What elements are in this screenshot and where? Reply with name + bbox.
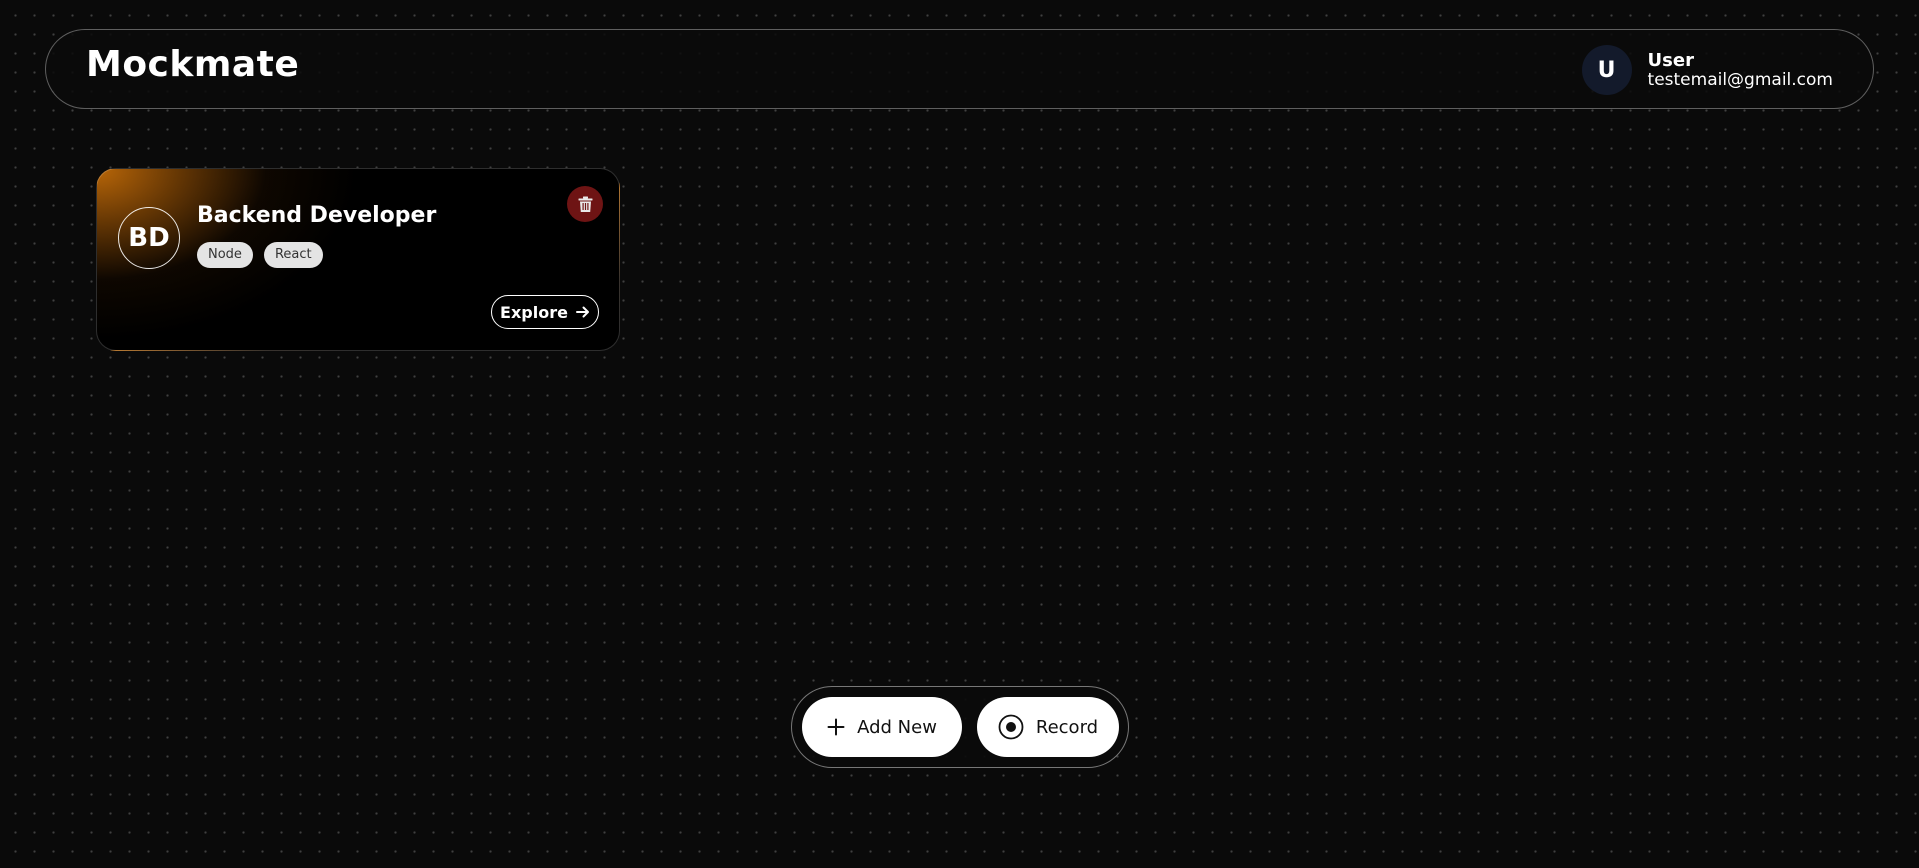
top-header: Mockmate U User testemail@gmail.com [45,29,1874,109]
record-button[interactable]: Record [977,697,1119,757]
card-tags: Node React [197,242,334,268]
user-profile[interactable]: U User testemail@gmail.com [1581,45,1833,95]
explore-label: Explore [500,302,568,322]
arrow-right-icon [568,306,590,318]
explore-button[interactable]: Explore [491,295,599,329]
user-info: User testemail@gmail.com [1647,49,1833,90]
tag-chip: React [263,242,323,268]
user-email: testemail@gmail.com [1647,69,1833,90]
add-new-label: Add New [857,716,937,738]
action-bar: Add New Record [791,686,1129,768]
add-new-button[interactable]: Add New [802,697,962,757]
card-initials-avatar: BD [118,207,180,269]
trash-icon [578,196,593,213]
user-name: User [1647,49,1694,71]
user-avatar[interactable]: U [1581,45,1632,95]
card-title: Backend Developer [197,203,437,228]
delete-button[interactable] [567,186,603,222]
brand-logo[interactable]: Mockmate [86,47,299,83]
tag-chip: Node [197,242,253,268]
record-icon [998,714,1024,740]
record-label: Record [1035,716,1099,738]
plus-icon [827,718,845,736]
interview-card: BD Backend Developer Node React Explore [96,168,620,351]
